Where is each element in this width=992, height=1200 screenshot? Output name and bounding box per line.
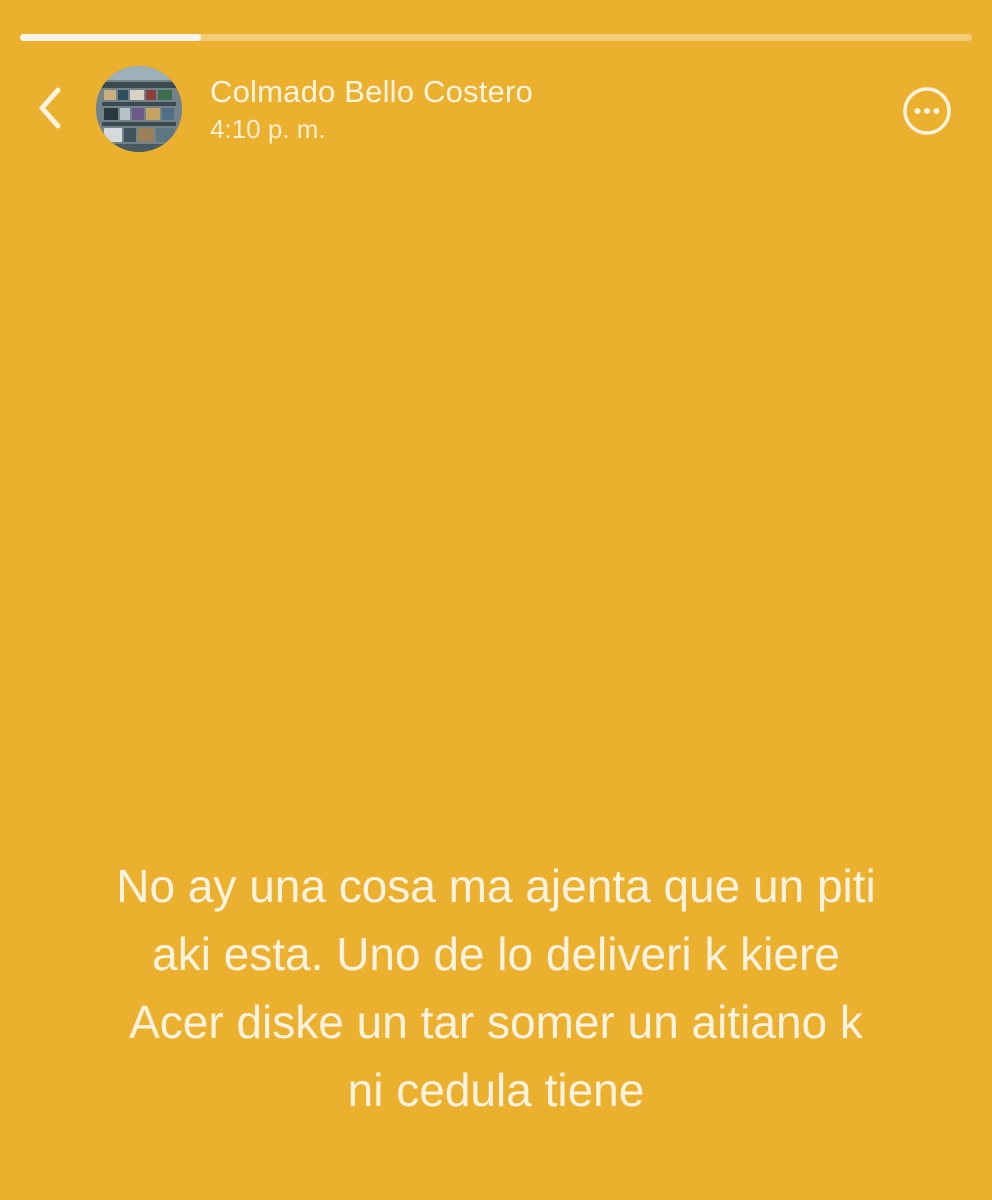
story-progress-bar [20,34,972,41]
chevron-left-icon [39,87,61,129]
story-view[interactable]: Colmado Bello Costero 4:10 p. m. No ay u… [0,0,992,1200]
more-options-button[interactable] [902,86,952,136]
story-progress-fill [20,34,201,41]
post-timestamp: 4:10 p. m. [210,114,326,144]
more-options-icon [903,87,951,135]
avatar[interactable] [96,66,182,152]
story-text: No ay una cosa ma ajenta que un piti aki… [116,860,876,1116]
back-button[interactable] [28,78,72,138]
store-photo-avatar [96,66,182,152]
account-name[interactable]: Colmado Bello Costero [210,74,533,110]
